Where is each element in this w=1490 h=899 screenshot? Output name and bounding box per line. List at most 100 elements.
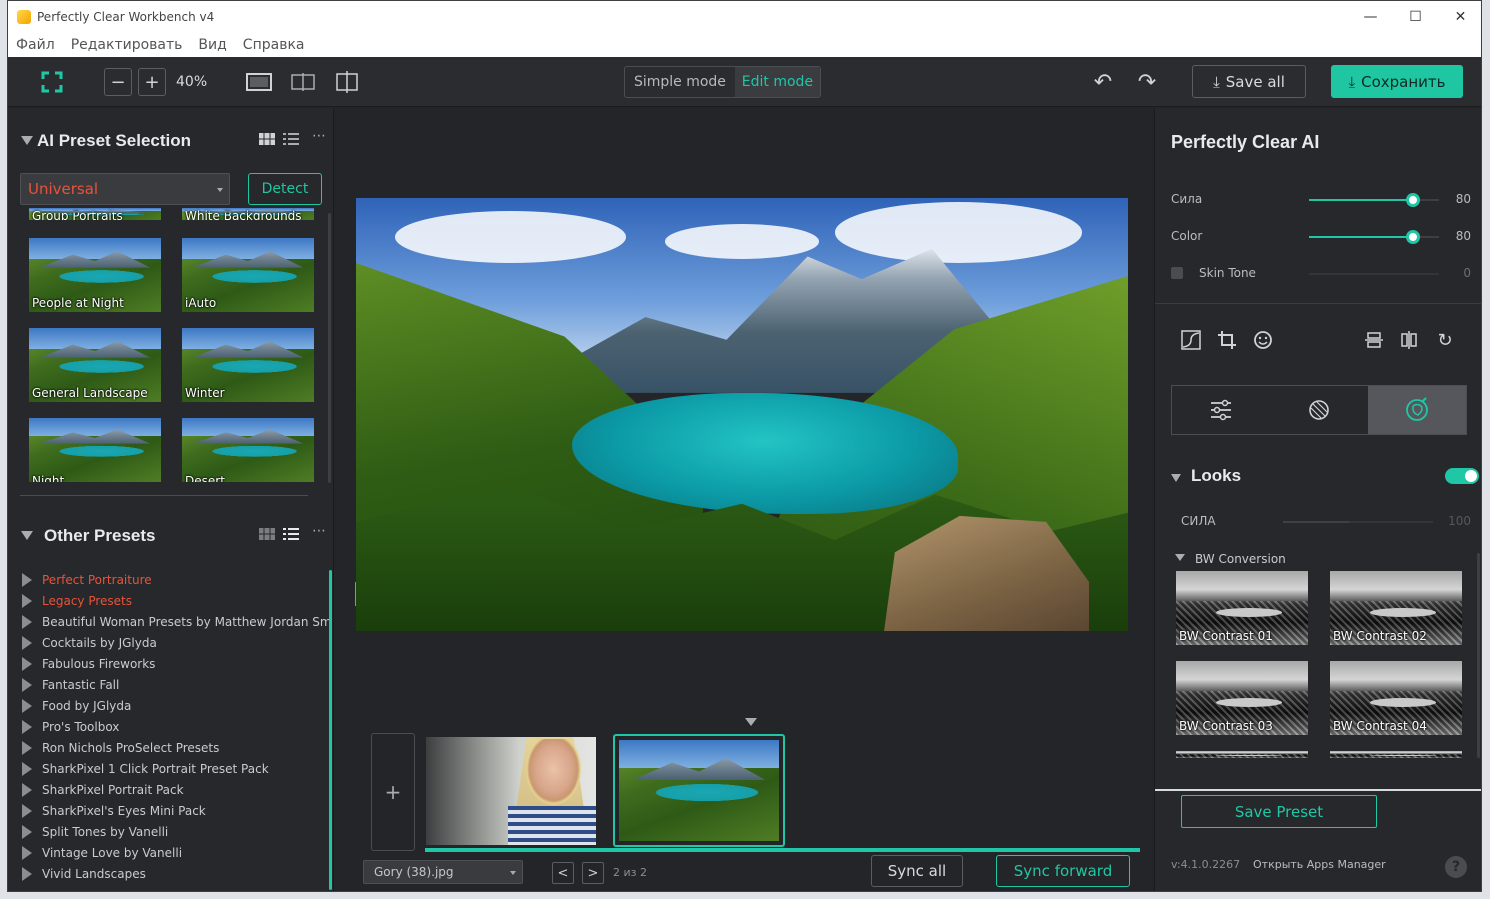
crop-icon[interactable] bbox=[1215, 328, 1239, 352]
preset-group-item[interactable]: SharkPixel Portrait Pack bbox=[22, 779, 330, 800]
look-thumb-bw-contrast-01[interactable]: BW Contrast 01 bbox=[1176, 571, 1308, 645]
preset-group-item[interactable]: Split Tones by Vanelli bbox=[22, 821, 330, 842]
close-button[interactable]: ✕ bbox=[1438, 1, 1481, 33]
slider-fill bbox=[1283, 521, 1349, 523]
prev-image-button[interactable]: < bbox=[552, 862, 574, 884]
look-thumb-bw-contrast-04[interactable]: BW Contrast 04 bbox=[1330, 661, 1462, 735]
single-view-icon[interactable] bbox=[245, 68, 273, 96]
curves-icon[interactable] bbox=[1179, 328, 1203, 352]
save-all-button[interactable]: ⤓ Save all bbox=[1192, 65, 1306, 98]
add-image-button[interactable]: + bbox=[371, 733, 415, 851]
ai-presets-scrollbar[interactable] bbox=[328, 213, 331, 483]
preset-thumb-partial[interactable]: White Backgrounds bbox=[182, 208, 314, 220]
more-options-icon[interactable]: ⋯ bbox=[312, 128, 326, 144]
menu-help[interactable]: Справка bbox=[243, 37, 305, 53]
collapse-bw-icon[interactable] bbox=[1175, 554, 1185, 561]
menu-view[interactable]: Вид bbox=[198, 37, 226, 53]
slider-knob[interactable] bbox=[1406, 230, 1420, 244]
preset-group-item[interactable]: Cocktails by JGlyda bbox=[22, 632, 330, 653]
collapse-looks-icon[interactable] bbox=[1171, 474, 1181, 482]
preset-thumb-night[interactable]: Night bbox=[29, 418, 161, 482]
redo-icon[interactable]: ↷ bbox=[1133, 68, 1161, 96]
preset-group-item[interactable]: Legacy Presets bbox=[22, 590, 330, 611]
maximize-button[interactable]: ☐ bbox=[1393, 1, 1438, 33]
main-photo[interactable] bbox=[356, 198, 1128, 631]
next-image-button[interactable]: > bbox=[582, 862, 604, 884]
collapse-other-presets-icon[interactable] bbox=[21, 531, 33, 540]
rotate-icon[interactable]: ↻ bbox=[1433, 328, 1457, 352]
filmstrip-thumb-landscape-selected[interactable] bbox=[613, 734, 785, 847]
preset-group-item[interactable]: Food by JGlyda bbox=[22, 695, 330, 716]
toolbar: − + 40% Simple mode Edit mode ↶ ↷ ⤓ Save… bbox=[8, 57, 1481, 107]
flip-horizontal-icon[interactable] bbox=[1397, 328, 1421, 352]
preset-group-item[interactable]: Ron Nichols ProSelect Presets bbox=[22, 737, 330, 758]
look-thumb-partial[interactable] bbox=[1330, 751, 1462, 758]
tab-adjustments-sliders-icon[interactable] bbox=[1172, 386, 1270, 434]
preset-group-item[interactable]: SharkPixel 1 Click Portrait Preset Pack bbox=[22, 758, 330, 779]
split-view-icon[interactable] bbox=[289, 68, 317, 96]
compare-view-icon[interactable] bbox=[333, 68, 361, 96]
slider-track[interactable] bbox=[1283, 521, 1433, 523]
collapse-ai-presets-icon[interactable] bbox=[21, 136, 33, 145]
menu-edit[interactable]: Редактировать bbox=[71, 37, 183, 53]
perfectly-clear-ai-title: Perfectly Clear AI bbox=[1171, 132, 1320, 152]
sync-all-button[interactable]: Sync all bbox=[871, 855, 963, 887]
menu-file[interactable]: Файл bbox=[16, 37, 55, 53]
preset-group-item[interactable]: Perfect Portraiture bbox=[22, 569, 330, 590]
help-icon[interactable]: ? bbox=[1445, 856, 1467, 878]
more-options-icon[interactable]: ⋯ bbox=[312, 523, 326, 539]
save-button[interactable]: ⤓ Сохранить bbox=[1331, 65, 1463, 98]
look-thumb-partial[interactable] bbox=[1176, 751, 1308, 758]
preset-group-item[interactable]: Fantastic Fall bbox=[22, 674, 330, 695]
other-presets-scrollbar[interactable] bbox=[329, 570, 332, 890]
preset-group-item[interactable]: Vivid Landscapes bbox=[22, 863, 330, 884]
minimize-button[interactable]: — bbox=[1348, 1, 1393, 33]
preset-category-select[interactable]: Universal bbox=[20, 173, 230, 205]
slider-track[interactable] bbox=[1309, 230, 1439, 244]
detect-button[interactable]: Detect bbox=[248, 173, 322, 205]
preset-group-item[interactable]: SharkPixel's Eyes Mini Pack bbox=[22, 800, 330, 821]
undo-icon[interactable]: ↶ bbox=[1089, 68, 1117, 96]
list-view-icon[interactable] bbox=[283, 133, 299, 145]
open-apps-manager-link[interactable]: Открыть Apps Manager bbox=[1253, 858, 1386, 871]
skin-tone-slider[interactable]: Skin Tone 0 bbox=[1171, 264, 1471, 284]
preset-thumb-partial[interactable]: Group Portraits bbox=[29, 208, 161, 220]
simple-mode-tab[interactable]: Simple mode bbox=[625, 67, 735, 97]
preset-thumb-people-at-night[interactable]: People at Night bbox=[29, 238, 161, 312]
looks-toggle[interactable] bbox=[1445, 468, 1479, 484]
looks-strength-slider[interactable]: СИЛА 100 bbox=[1171, 512, 1471, 532]
edit-mode-tab[interactable]: Edit mode bbox=[734, 67, 820, 97]
zoom-in-button[interactable]: + bbox=[138, 68, 166, 96]
slider-track[interactable] bbox=[1309, 193, 1439, 207]
filmstrip-thumb-portrait[interactable] bbox=[426, 737, 596, 845]
strength-slider[interactable]: Сила 80 bbox=[1171, 190, 1471, 210]
skin-tone-checkbox[interactable] bbox=[1171, 267, 1183, 279]
slider-knob[interactable] bbox=[1406, 193, 1420, 207]
face-icon[interactable] bbox=[1251, 328, 1275, 352]
preset-thumb-iauto[interactable]: iAuto bbox=[182, 238, 314, 312]
flip-vertical-icon[interactable] bbox=[1362, 328, 1386, 352]
tab-looks-icon[interactable] bbox=[1368, 386, 1466, 434]
skin-tone-value: 0 bbox=[1463, 266, 1471, 280]
preset-thumb-general-landscape[interactable]: General Landscape bbox=[29, 328, 161, 402]
color-slider[interactable]: Color 80 bbox=[1171, 227, 1471, 247]
filename-select[interactable]: Gory (38).jpg bbox=[363, 860, 523, 884]
grid-view-icon[interactable] bbox=[259, 133, 275, 145]
preset-thumb-winter[interactable]: Winter bbox=[182, 328, 314, 402]
preset-group-item[interactable]: Vintage Love by Vanelli bbox=[22, 842, 330, 863]
expand-arrow-icon bbox=[22, 740, 32, 755]
preset-thumb-desert[interactable]: Desert bbox=[182, 418, 314, 482]
tab-ai-effects-icon[interactable] bbox=[1270, 386, 1368, 434]
save-preset-button[interactable]: Save Preset bbox=[1181, 795, 1377, 828]
sync-forward-button[interactable]: Sync forward bbox=[996, 855, 1130, 887]
preset-group-item[interactable]: Fabulous Fireworks bbox=[22, 653, 330, 674]
look-thumb-bw-contrast-02[interactable]: BW Contrast 02 bbox=[1330, 571, 1462, 645]
filmstrip-scrollbar[interactable] bbox=[425, 848, 1140, 852]
grid-view-icon[interactable] bbox=[259, 528, 275, 540]
preset-group-item[interactable]: Pro's Toolbox bbox=[22, 716, 330, 737]
looks-scrollbar[interactable] bbox=[1477, 553, 1480, 758]
zoom-out-button[interactable]: − bbox=[104, 68, 132, 96]
preset-group-item[interactable]: Beautiful Woman Presets by Matthew Jorda… bbox=[22, 611, 330, 632]
list-view-icon[interactable] bbox=[283, 528, 299, 540]
look-thumb-bw-contrast-03[interactable]: BW Contrast 03 bbox=[1176, 661, 1308, 735]
